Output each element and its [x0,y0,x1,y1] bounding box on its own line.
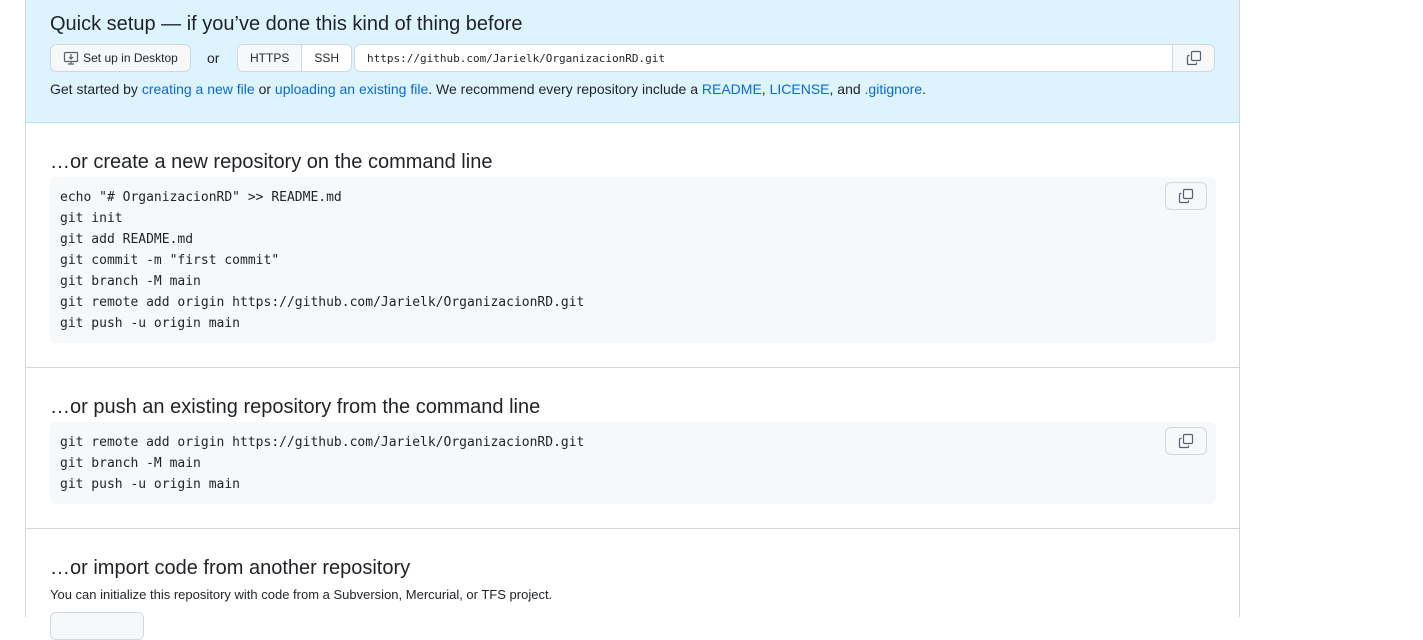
protocol-ssh-button[interactable]: SSH [301,45,352,71]
gitignore-link[interactable]: .gitignore [865,81,923,97]
create-repo-title: …or create a new repository on the comma… [50,151,493,173]
description-text: . [922,81,927,97]
copy-create-commands-button[interactable] [1165,182,1207,210]
push-repo-commands: git remote add origin https://github.com… [60,435,585,492]
description-text: , and [829,81,861,97]
copy-url-button[interactable] [1172,45,1214,71]
clone-url-field: https://github.com/Jarielk/OrganizacionR… [354,44,1215,72]
setup-in-desktop-button[interactable]: Set up in Desktop [50,44,191,72]
quick-setup-title: Quick setup — if you’ve done this kind o… [50,13,523,35]
description-text: . We recommend every repository include … [428,81,698,97]
import-code-description: You can initialize this repository with … [50,587,553,602]
description-text: , [761,81,766,97]
copy-push-commands-button[interactable] [1165,427,1207,455]
copy-icon [1178,188,1194,204]
protocol-toggle: HTTPS SSH [237,44,353,72]
license-link[interactable]: LICENSE [770,81,830,97]
or-separator: or [207,50,220,66]
description-text: or [258,81,272,97]
desktop-download-icon [63,50,79,66]
repository-setup-panel: Quick setup — if you’ve done this kind o… [25,0,1240,640]
protocol-https-button[interactable]: HTTPS [238,45,302,71]
readme-link[interactable]: README [702,81,762,97]
upload-existing-file-link[interactable]: uploading an existing file [275,81,428,97]
create-repo-commands: echo "# OrganizacionRD" >> README.md git… [60,190,585,331]
create-repo-code-block: echo "# OrganizacionRD" >> README.md git… [50,177,1216,343]
import-code-button[interactable] [50,612,144,640]
push-repo-code-block: git remote add origin https://github.com… [50,422,1216,504]
setup-in-desktop-label: Set up in Desktop [83,51,178,65]
description-text: Get started by [50,81,138,97]
section-divider [26,528,1239,529]
copy-icon [1178,433,1194,449]
quick-setup-box: Quick setup — if you’ve done this kind o… [26,0,1239,123]
import-code-title: …or import code from another repository [50,557,411,579]
section-divider [26,367,1239,368]
quick-setup-description: Get started by creating a new file or up… [50,81,926,97]
copy-icon [1186,50,1202,66]
clone-url-input[interactable]: https://github.com/Jarielk/OrganizacionR… [355,45,1172,71]
create-new-file-link[interactable]: creating a new file [142,81,255,97]
push-repo-title: …or push an existing repository from the… [50,396,541,418]
